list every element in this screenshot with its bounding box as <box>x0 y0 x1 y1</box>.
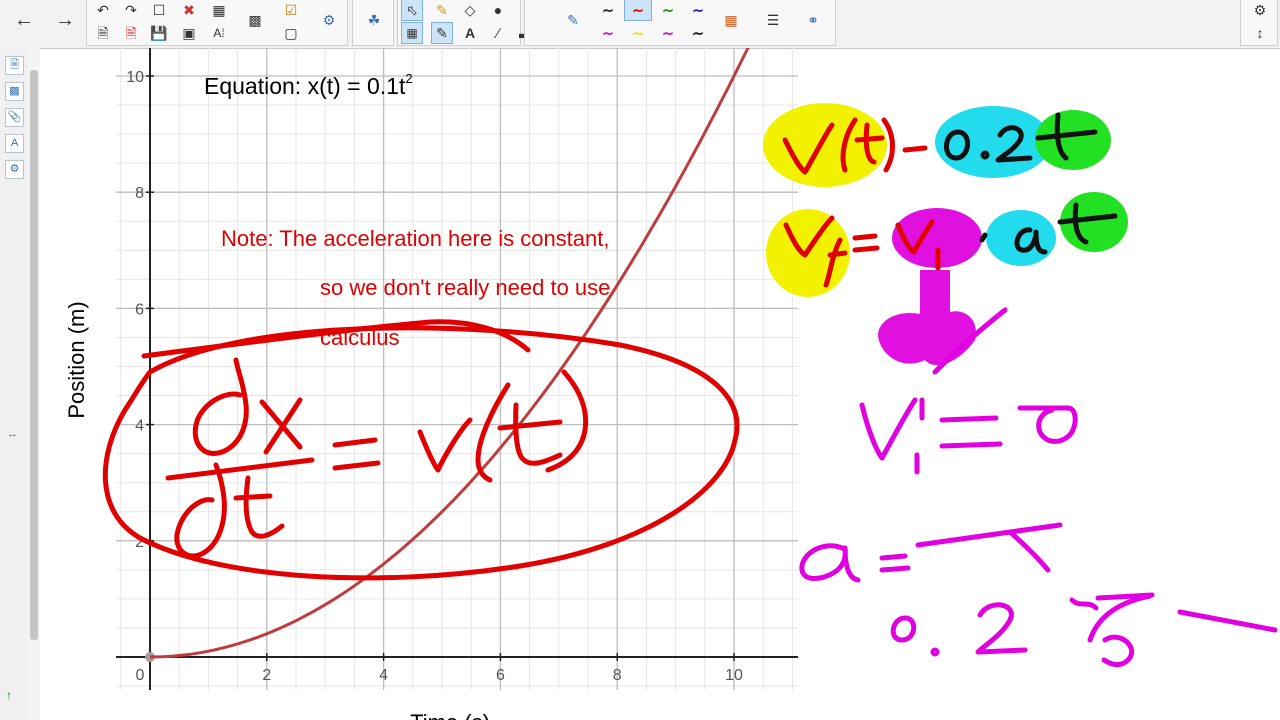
y-tick-label: 4 <box>135 418 144 435</box>
derivative-ink <box>165 357 589 559</box>
x-tick-label: 8 <box>613 667 622 684</box>
x-tick-label: 4 <box>379 667 388 684</box>
x-tick-label: 2 <box>262 667 271 684</box>
red-annotations <box>102 319 740 581</box>
x-tick-label: 10 <box>725 667 743 684</box>
equation-text: Equation: x(t) = 0.1t <box>204 73 406 99</box>
y-tick-labels: 246810 <box>126 69 144 551</box>
note-text: Note: The acceleration here is constant,… <box>221 226 610 350</box>
note-line-2: so we don't really need to use <box>320 275 610 300</box>
x-axis-label: Time (s) <box>410 710 490 720</box>
cyan-highlight-a <box>986 210 1056 266</box>
equation-ink <box>782 112 1278 668</box>
note-line-1: Note: The acceleration here is constant, <box>221 226 609 251</box>
x-tick-labels: 0 2 4 6 8 10 <box>136 667 743 684</box>
green-highlight-t-1 <box>1035 110 1111 170</box>
y-tick-label: 8 <box>135 185 144 202</box>
y-tick-label: 10 <box>126 69 144 86</box>
y-tick-label: 6 <box>135 301 144 318</box>
magenta-arrow <box>878 270 976 366</box>
equation-label: Equation: x(t) = 0.1t2 <box>204 71 413 99</box>
y-axis-label: Position (m) <box>64 301 89 418</box>
equation-exponent: 2 <box>405 71 412 86</box>
acceleration-ink <box>799 522 1278 668</box>
cyan-highlight-coeff <box>935 106 1051 178</box>
whiteboard-canvas[interactable]: 0 2 4 6 8 10 2 4 6 8 10 Position (m) Time (s) Equ… <box>0 0 1280 720</box>
x-tick-label: 0 <box>136 667 145 684</box>
x-tick-label: 6 <box>496 667 505 684</box>
